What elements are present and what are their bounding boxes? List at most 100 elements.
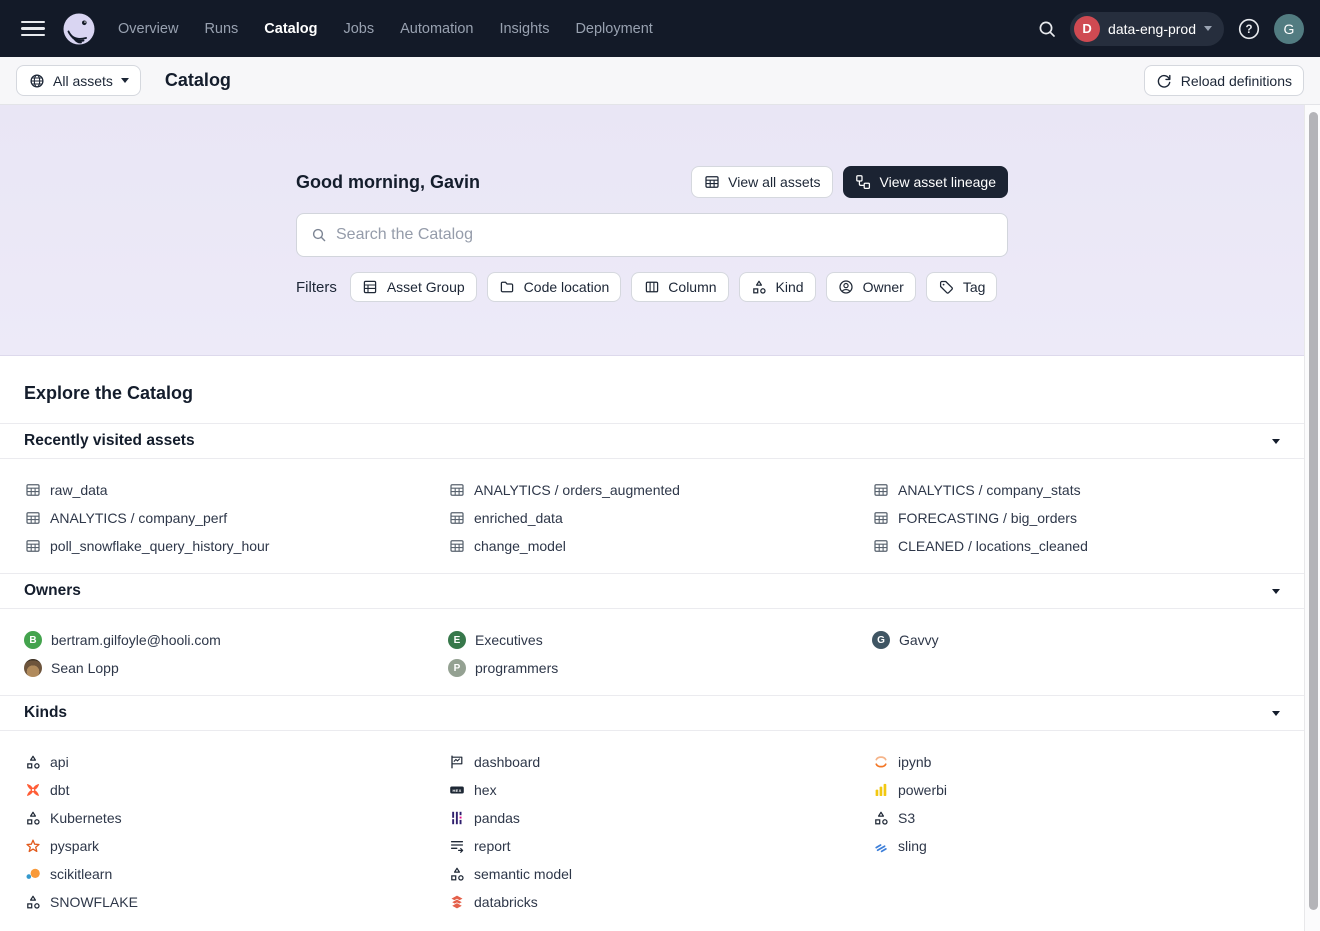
item-label: Kubernetes <box>50 810 122 826</box>
kind-icon <box>448 866 465 883</box>
list-item-poll-snowflake-query-history-hour[interactable]: poll_snowflake_query_history_hour <box>24 532 432 560</box>
item-label: Gavvy <box>899 632 939 648</box>
list-item-pandas[interactable]: pandas <box>448 804 856 832</box>
list-item-api[interactable]: api <box>24 748 432 776</box>
catalog-search <box>296 213 1008 257</box>
avatar <box>24 659 42 677</box>
list-item-analytics-company-stats[interactable]: ANALYTICS / company_stats <box>872 476 1280 504</box>
filter-asset-group-button[interactable]: Asset Group <box>350 272 477 302</box>
list-item-gavvy[interactable]: GGavvy <box>872 626 1280 654</box>
asset-group-icon <box>362 279 379 296</box>
list-item-change-model[interactable]: change_model <box>448 532 856 560</box>
reload-definitions-label: Reload definitions <box>1181 73 1292 89</box>
filter-label: Tag <box>963 279 986 295</box>
asset-scope-label: All assets <box>53 73 113 89</box>
item-label: dbt <box>50 782 69 798</box>
scrollbar-track[interactable] <box>1304 105 1320 931</box>
view-asset-lineage-button[interactable]: View asset lineage <box>843 166 1008 198</box>
avatar: P <box>448 659 466 677</box>
list-item-bertram-gilfoyle-hooli-com[interactable]: Bbertram.gilfoyle@hooli.com <box>24 626 432 654</box>
filter-column-button[interactable]: Column <box>631 272 728 302</box>
list-item-forecasting-big-orders[interactable]: FORECASTING / big_orders <box>872 504 1280 532</box>
item-label: sling <box>898 838 927 854</box>
list-item-snowflake[interactable]: SNOWFLAKE <box>24 888 432 916</box>
list-item-executives[interactable]: EExecutives <box>448 626 856 654</box>
kind-icon <box>24 754 41 771</box>
list-item-programmers[interactable]: Pprogrammers <box>448 654 856 682</box>
item-label: api <box>50 754 69 770</box>
item-label: programmers <box>475 660 558 676</box>
item-label: ANALYTICS / company_perf <box>50 510 227 526</box>
nav-item-catalog[interactable]: Catalog <box>264 21 317 37</box>
user-avatar[interactable]: G <box>1274 14 1304 44</box>
section-header-owners[interactable]: Owners <box>0 573 1304 609</box>
item-label: change_model <box>474 538 566 554</box>
nav-item-automation[interactable]: Automation <box>400 21 473 37</box>
menu-icon[interactable] <box>16 12 50 46</box>
list-item-semantic-model[interactable]: semantic model <box>448 860 856 888</box>
nav-item-overview[interactable]: Overview <box>118 21 178 37</box>
kind-icon <box>24 894 41 911</box>
item-label: ANALYTICS / orders_augmented <box>474 482 680 498</box>
filter-kind-button[interactable]: Kind <box>739 272 816 302</box>
filter-tag-button[interactable]: Tag <box>926 272 998 302</box>
filter-label: Code location <box>524 279 610 295</box>
dagster-logo-icon <box>62 12 96 46</box>
filter-label: Kind <box>776 279 804 295</box>
help-icon[interactable]: ? <box>1237 17 1261 41</box>
list-item-kubernetes[interactable]: Kubernetes <box>24 804 432 832</box>
table-icon <box>24 482 41 499</box>
list-item-sling[interactable]: sling <box>872 832 1280 860</box>
section-header-kinds[interactable]: Kinds <box>0 695 1304 731</box>
list-item-analytics-orders-augmented[interactable]: ANALYTICS / orders_augmented <box>448 476 856 504</box>
list-item-s3[interactable]: S3 <box>872 804 1280 832</box>
list-item-hex[interactable]: HEXhex <box>448 776 856 804</box>
section-header-recently-visited-assets[interactable]: Recently visited assets <box>0 423 1304 459</box>
list-item-dbt[interactable]: dbt <box>24 776 432 804</box>
nav-item-insights[interactable]: Insights <box>499 21 549 37</box>
list-item-dashboard[interactable]: dashboard <box>448 748 856 776</box>
list-item-scikitlearn[interactable]: scikitlearn <box>24 860 432 888</box>
table-icon <box>24 538 41 555</box>
nav-item-jobs[interactable]: Jobs <box>343 21 374 37</box>
section-title: Owners <box>24 582 81 600</box>
section-items-owners: Bbertram.gilfoyle@hooli.com Sean Lopp EExe… <box>0 609 1304 695</box>
reload-definitions-button[interactable]: Reload definitions <box>1144 65 1304 96</box>
filter-label: Owner <box>863 279 904 295</box>
section-items-recently-visited-assets: raw_data ANALYTICS / company_perf poll_sno… <box>0 459 1304 573</box>
section-title: Recently visited assets <box>24 432 195 450</box>
kind-icon <box>872 810 889 827</box>
item-label: CLEANED / locations_cleaned <box>898 538 1088 554</box>
nav-item-runs[interactable]: Runs <box>204 21 238 37</box>
databricks-icon <box>448 894 465 911</box>
table-icon <box>24 510 41 527</box>
item-label: powerbi <box>898 782 947 798</box>
list-item-report[interactable]: report <box>448 832 856 860</box>
chevron-down-icon <box>1272 711 1280 716</box>
globe-icon <box>28 72 45 89</box>
sling-icon <box>872 838 889 855</box>
nav-item-deployment[interactable]: Deployment <box>575 21 652 37</box>
list-item-analytics-company-perf[interactable]: ANALYTICS / company_perf <box>24 504 432 532</box>
reload-icon <box>1156 72 1173 89</box>
list-item-cleaned-locations-cleaned[interactable]: CLEANED / locations_cleaned <box>872 532 1280 560</box>
filter-code-location-button[interactable]: Code location <box>487 272 622 302</box>
hero-banner: Good morning, Gavin View all assets View… <box>0 105 1304 356</box>
list-item-enriched-data[interactable]: enriched_data <box>448 504 856 532</box>
list-item-pyspark[interactable]: pyspark <box>24 832 432 860</box>
workspace-switcher[interactable]: D data-eng-prod <box>1070 12 1224 46</box>
list-item-ipynb[interactable]: ipynb <box>872 748 1280 776</box>
search-icon[interactable] <box>1037 19 1057 39</box>
list-item-powerbi[interactable]: powerbi <box>872 776 1280 804</box>
asset-scope-button[interactable]: All assets <box>16 65 141 96</box>
search-input[interactable] <box>336 226 994 244</box>
list-item-raw-data[interactable]: raw_data <box>24 476 432 504</box>
section-items-kinds: api dbt Kubernetes pyspark scikitlearnSNOWFL… <box>0 731 1304 929</box>
scrollbar-thumb[interactable] <box>1309 112 1318 910</box>
item-label: Sean Lopp <box>51 660 119 676</box>
filter-owner-button[interactable]: Owner <box>826 272 916 302</box>
list-item-sean-lopp[interactable]: Sean Lopp <box>24 654 432 682</box>
item-label: pyspark <box>50 838 99 854</box>
view-all-assets-button[interactable]: View all assets <box>691 166 832 198</box>
list-item-databricks[interactable]: databricks <box>448 888 856 916</box>
